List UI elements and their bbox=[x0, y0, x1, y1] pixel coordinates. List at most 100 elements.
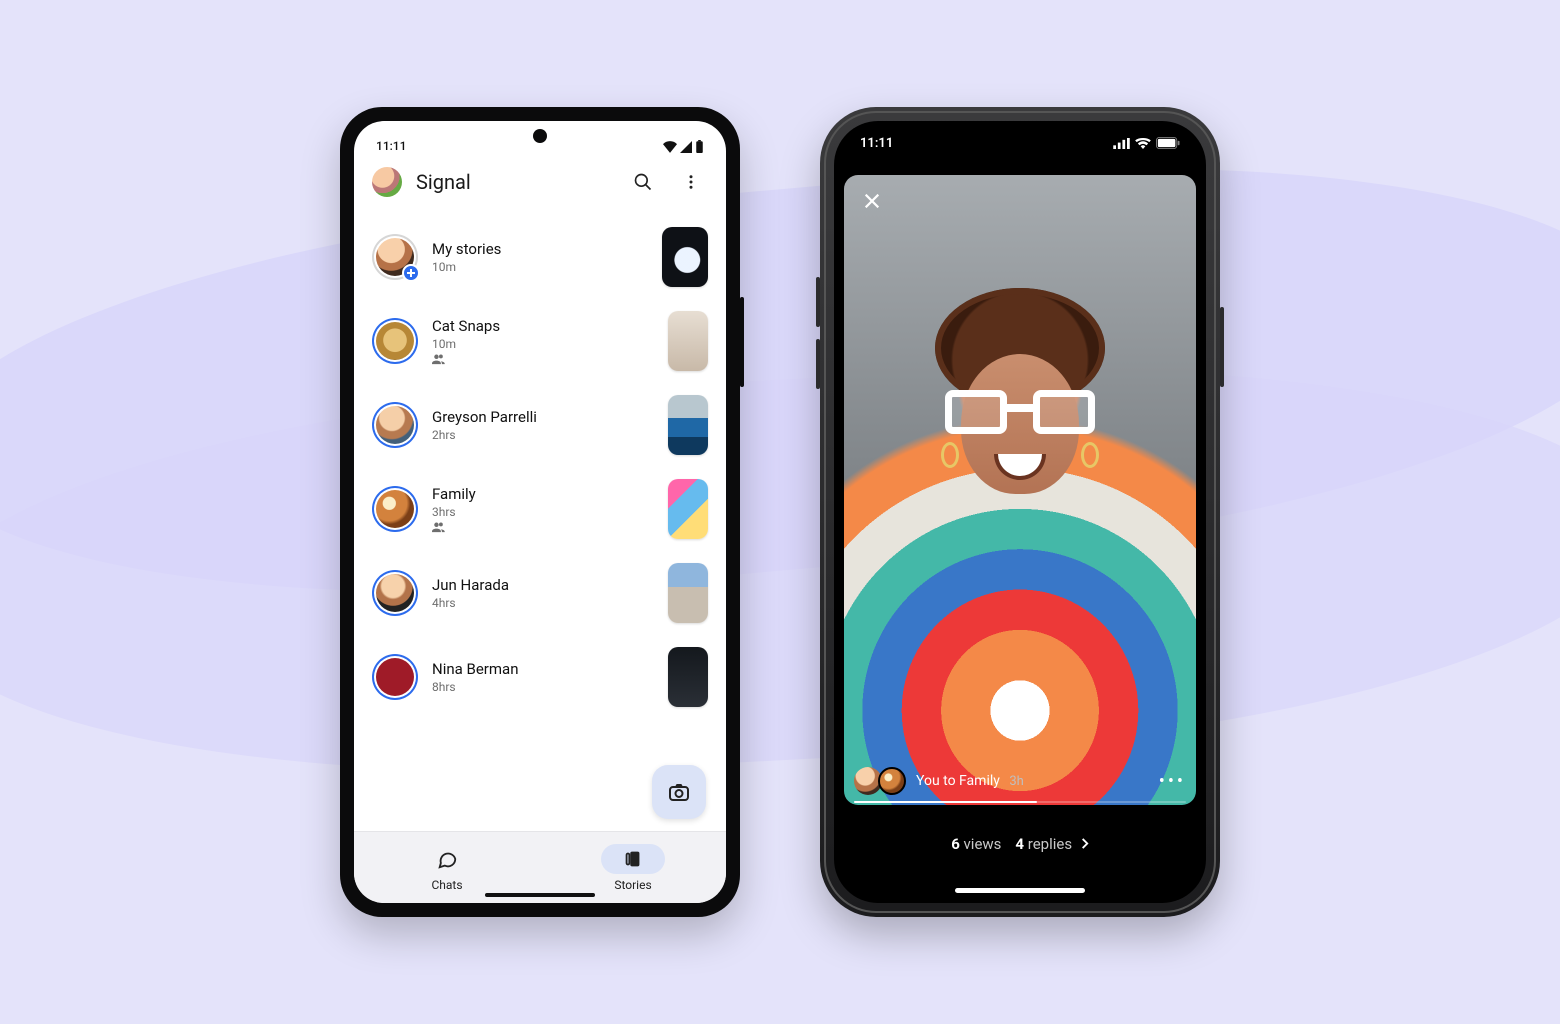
story-footer: You to Family 3h ••• bbox=[854, 767, 1186, 795]
story-photo-subject bbox=[935, 314, 1105, 514]
android-front-camera bbox=[533, 129, 547, 143]
story-thumbnail[interactable] bbox=[668, 479, 708, 539]
story-thumbnail[interactable] bbox=[668, 311, 708, 371]
home-indicator[interactable] bbox=[955, 888, 1085, 893]
iphone-volume-up bbox=[816, 277, 820, 327]
cell-signal-icon bbox=[1113, 138, 1130, 149]
status-icons bbox=[663, 140, 704, 153]
device-showcase: 11:11 Signal bbox=[0, 0, 1560, 1024]
chat-icon bbox=[436, 848, 458, 870]
story-thumbnail[interactable] bbox=[668, 563, 708, 623]
ios-status-bar: 11:11 bbox=[834, 121, 1206, 165]
recipient-avatar[interactable] bbox=[878, 767, 906, 795]
row-meta: Greyson Parrelli 2hrs bbox=[432, 408, 654, 442]
row-time: 10m bbox=[432, 337, 654, 351]
close-story-button[interactable] bbox=[856, 185, 888, 217]
views-metric: 6 views bbox=[951, 835, 1001, 853]
row-title: Jun Harada bbox=[432, 576, 654, 594]
tab-label: Stories bbox=[614, 878, 651, 892]
android-gesture-bar bbox=[485, 893, 595, 897]
story-avatar[interactable] bbox=[372, 654, 418, 700]
replies-metric: 4 replies bbox=[1015, 835, 1088, 853]
story-row[interactable]: Nina Berman8hrs bbox=[354, 635, 726, 719]
wifi-icon bbox=[1135, 138, 1151, 149]
caption-time: 3h bbox=[1009, 774, 1023, 789]
close-icon bbox=[863, 192, 881, 210]
my-stories-row[interactable]: My stories 10m bbox=[354, 215, 726, 299]
iphone-frame: 11:11 bbox=[820, 107, 1220, 917]
app-bar: Signal bbox=[354, 155, 726, 209]
row-meta: Cat Snaps 10m bbox=[432, 317, 654, 365]
row-time: 3hrs bbox=[432, 505, 654, 519]
app-title: Signal bbox=[416, 170, 612, 194]
wifi-icon bbox=[663, 141, 677, 153]
story-thumbnail[interactable] bbox=[668, 647, 708, 707]
add-story-badge[interactable] bbox=[402, 264, 420, 282]
row-time: 8hrs bbox=[432, 680, 654, 694]
story-row[interactable]: Jun Harada 4hrs bbox=[354, 551, 726, 635]
iphone-volume-down bbox=[816, 339, 820, 389]
story-progress[interactable] bbox=[854, 801, 1186, 803]
group-indicator bbox=[432, 353, 654, 365]
status-time: 11:11 bbox=[376, 139, 406, 153]
story-row[interactable]: Cat Snaps 10m bbox=[354, 299, 726, 383]
android-power-button bbox=[740, 297, 744, 387]
caption-main: You to Family bbox=[916, 773, 1000, 789]
story-metrics[interactable]: 6 views 4 replies bbox=[834, 835, 1206, 853]
story-avatar[interactable] bbox=[372, 570, 418, 616]
battery-icon bbox=[695, 140, 704, 153]
story-avatar[interactable] bbox=[372, 402, 418, 448]
iphone-screen: 11:11 bbox=[834, 121, 1206, 903]
views-count: 6 bbox=[951, 835, 960, 853]
story-thumbnail[interactable] bbox=[668, 395, 708, 455]
story-thumbnail[interactable] bbox=[662, 227, 708, 287]
story-avatar[interactable] bbox=[372, 486, 418, 532]
battery-icon bbox=[1156, 137, 1180, 149]
more-vert-icon bbox=[682, 173, 700, 191]
profile-avatar[interactable] bbox=[372, 167, 402, 197]
camera-fab[interactable] bbox=[652, 765, 706, 819]
replies-label: replies bbox=[1028, 835, 1072, 853]
avatar-image bbox=[376, 490, 414, 528]
row-time: 2hrs bbox=[432, 428, 654, 442]
chevron-right-icon bbox=[1080, 838, 1089, 849]
story-content[interactable] bbox=[844, 175, 1196, 805]
avatar-image bbox=[376, 574, 414, 612]
row-meta: Family 3hrs bbox=[432, 485, 654, 533]
row-title: Family bbox=[432, 485, 654, 503]
row-title: Cat Snaps bbox=[432, 317, 654, 335]
story-more-button[interactable]: ••• bbox=[1159, 771, 1186, 792]
search-button[interactable] bbox=[626, 165, 660, 199]
story-row[interactable]: Family 3hrs bbox=[354, 467, 726, 551]
row-meta: My stories 10m bbox=[432, 240, 648, 274]
signal-icon bbox=[680, 141, 692, 153]
status-icons bbox=[1113, 137, 1180, 149]
story-row[interactable]: Greyson Parrelli 2hrs bbox=[354, 383, 726, 467]
avatar-image bbox=[376, 322, 414, 360]
group-indicator bbox=[432, 521, 654, 533]
my-stories-avatar[interactable] bbox=[372, 234, 418, 280]
row-meta: Jun Harada 4hrs bbox=[432, 576, 654, 610]
more-button[interactable] bbox=[674, 165, 708, 199]
views-label: views bbox=[964, 835, 1002, 853]
iphone-power-button bbox=[1220, 307, 1224, 387]
stories-icon bbox=[622, 848, 644, 870]
group-icon bbox=[432, 521, 446, 533]
replies-count: 4 bbox=[1015, 835, 1024, 853]
android-screen: 11:11 Signal bbox=[354, 121, 726, 903]
row-time: 10m bbox=[432, 260, 648, 274]
search-icon bbox=[633, 172, 653, 192]
row-meta: Nina Berman8hrs bbox=[432, 660, 654, 694]
avatar-image bbox=[376, 406, 414, 444]
row-time: 4hrs bbox=[432, 596, 654, 610]
story-caption: You to Family 3h bbox=[916, 773, 1024, 789]
story-avatar[interactable] bbox=[372, 318, 418, 364]
row-title: Greyson Parrelli bbox=[432, 408, 654, 426]
row-title: My stories bbox=[432, 240, 648, 258]
plus-icon bbox=[406, 268, 416, 278]
status-time: 11:11 bbox=[860, 136, 893, 151]
android-phone-frame: 11:11 Signal bbox=[340, 107, 740, 917]
avatar-image bbox=[376, 658, 414, 696]
group-icon bbox=[432, 353, 446, 365]
tab-label: Chats bbox=[431, 878, 462, 892]
